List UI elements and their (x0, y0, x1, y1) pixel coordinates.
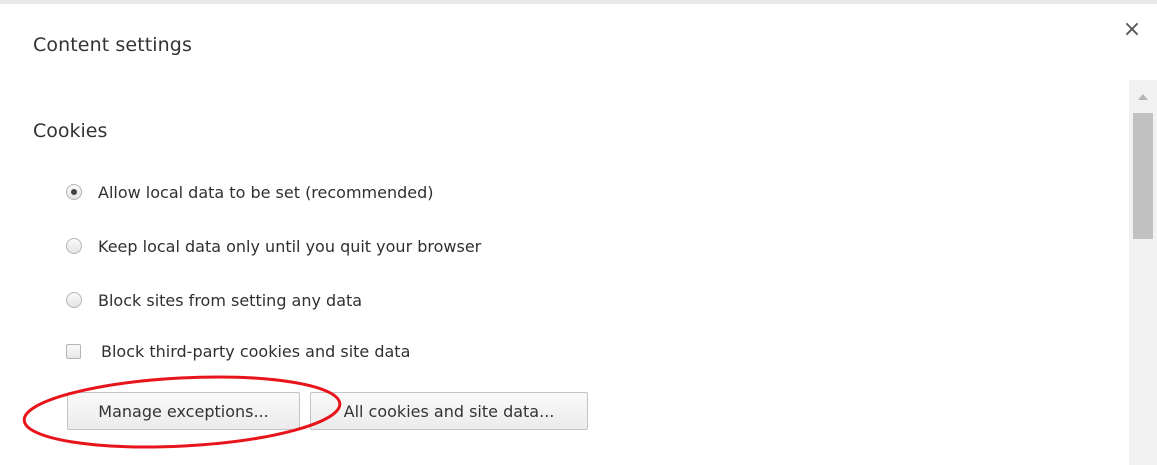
vertical-scrollbar[interactable] (1129, 80, 1157, 465)
radio-keep-local-data-until-quit[interactable]: Keep local data only until you quit your… (66, 234, 481, 258)
checkbox[interactable] (66, 343, 81, 359)
radio-button-selected[interactable] (66, 184, 82, 200)
radio-dot (71, 189, 77, 195)
radio-block-sites-data[interactable]: Block sites from setting any data (66, 288, 362, 312)
dialog-title: Content settings (33, 34, 192, 56)
radio-button[interactable] (66, 292, 82, 308)
checkbox-block-third-party-cookies[interactable]: Block third-party cookies and site data (66, 339, 410, 363)
radio-label: Keep local data only until you quit your… (98, 236, 482, 256)
radio-label: Allow local data to be set (recommended) (98, 182, 434, 202)
close-icon[interactable]: × (1120, 18, 1144, 42)
top-divider (0, 0, 1157, 4)
radio-allow-local-data[interactable]: Allow local data to be set (recommended) (66, 180, 434, 204)
content-settings-dialog: Content settings × Cookies Allow local d… (0, 0, 1157, 465)
radio-label: Block sites from setting any data (98, 290, 363, 310)
checkbox-label: Block third-party cookies and site data (101, 341, 411, 361)
radio-button[interactable] (66, 238, 82, 254)
section-title-cookies: Cookies (33, 120, 108, 142)
scroll-up-arrow-icon[interactable] (1138, 94, 1148, 100)
manage-exceptions-button[interactable]: Manage exceptions... (67, 392, 300, 430)
scrollbar-thumb[interactable] (1133, 113, 1153, 239)
all-cookies-and-site-data-button[interactable]: All cookies and site data... (310, 392, 588, 430)
